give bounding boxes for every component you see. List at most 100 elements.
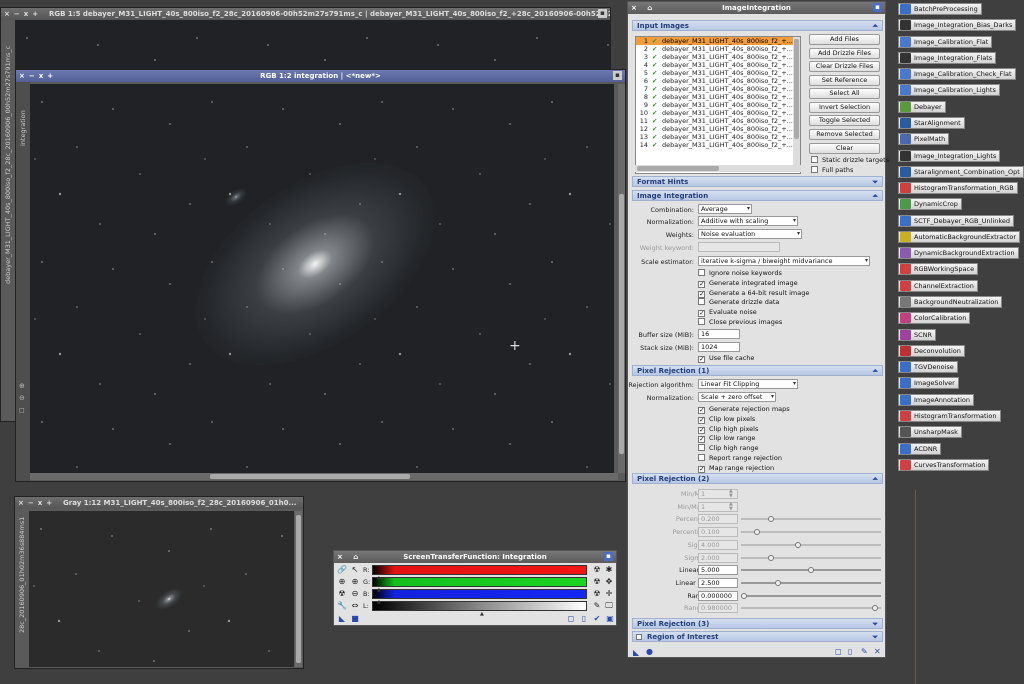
apply-global-icon[interactable]: ■ (350, 614, 360, 624)
rejection-param-input[interactable]: 0.000000 (698, 590, 738, 601)
section-image-integration[interactable]: Image Integration ⏶ (632, 190, 883, 201)
option-checkbox[interactable]: ✓ Map range rejection (698, 464, 774, 473)
file-list-item[interactable]: 11 ✔ debayer_M31_LIGHT_40s_800iso_f2_+...2… (636, 117, 800, 125)
rejection-param-slider[interactable] (741, 554, 881, 561)
window-integration[interactable]: ×−x+ RGB 1:2 integration | <*new*> ▪ int… (15, 69, 626, 482)
stf-titlebar[interactable]: × ⌂ ScreenTransferFunction: Integration … (334, 551, 616, 563)
link-channels-icon[interactable]: 🔗 (337, 565, 347, 575)
add-drizzle-files-button[interactable]: Add Drizzle Files (809, 48, 880, 59)
option-checkbox[interactable]: ✓ Generate rejection maps (698, 405, 790, 414)
apply-global-icon[interactable]: ● (646, 647, 653, 656)
auto-stretch-icon[interactable]: ☢ (592, 565, 602, 575)
process-icon[interactable]: BatchPreProcessing (898, 3, 982, 15)
window-controls[interactable]: ×−x+ (4, 8, 42, 20)
stack-size-input[interactable]: 1024 (698, 342, 740, 352)
slider-knob[interactable] (872, 605, 879, 612)
section-format-hints[interactable]: Format Hints ⏷ (632, 176, 883, 187)
rejection-normalization-select[interactable]: Scale + zero offset ▾ (698, 392, 776, 402)
use-file-cache-checkbox[interactable]: ✓ Use file cache (698, 354, 754, 363)
pointer-icon[interactable]: ↖ (350, 565, 360, 575)
image-canvas[interactable]: + (30, 84, 614, 473)
option-checkbox[interactable]: Ignore noise keywords (698, 269, 782, 277)
checkmark-icon[interactable]: ✔ (652, 61, 662, 69)
wrench-icon[interactable]: 🔧 (337, 601, 347, 611)
add-files-button[interactable]: Add Files (809, 34, 880, 45)
settings-icon[interactable]: ✥ (604, 577, 614, 587)
spin-arrows-icon[interactable]: ▲ ▼ (729, 489, 733, 499)
option-checkbox[interactable]: Generate drizzle data (698, 298, 779, 306)
file-list-item[interactable]: 10 ✔ debayer_M31_LIGHT_40s_800iso_f2_+...2… (636, 109, 800, 117)
image-canvas[interactable] (29, 511, 294, 667)
window-controls[interactable]: ×−x+ (18, 497, 56, 509)
stf-window[interactable]: × ⌂ ScreenTransferFunction: Integration … (333, 550, 617, 626)
process-icon[interactable]: BackgroundNeutralization (898, 296, 1003, 309)
remove-selected-button[interactable]: Remove Selected (809, 129, 880, 140)
fit-view-icon[interactable]: ◻ (19, 406, 25, 414)
option-checkbox[interactable]: ✓ Generate a 64-bit result image (698, 289, 809, 298)
expand-all-icon[interactable]: ✕ (874, 647, 881, 656)
stf-slider-marker[interactable]: ▲ (377, 599, 381, 605)
process-icon[interactable]: PixelMath (898, 133, 950, 146)
file-list-item[interactable]: 4 ✔ debayer_M31_LIGHT_40s_800iso_f2_+...20… (636, 61, 800, 69)
process-icon[interactable]: Image_Calibration_Check_Flat (898, 68, 1016, 81)
checkmark-icon[interactable]: ✔ (652, 53, 662, 61)
option-checkbox[interactable]: ✓ Generate integrated image (698, 279, 798, 288)
process-icon[interactable]: ChannelExtraction (898, 279, 978, 292)
process-icon[interactable]: DynamicCrop (898, 198, 962, 211)
radiation-icon[interactable]: ☢ (337, 589, 347, 599)
window-titlebar[interactable]: ×−x+ Gray 1:12 M31_LIGHT_40s_800iso_f2_2… (15, 497, 303, 509)
option-checkbox[interactable]: ✓ Evaluate noise (698, 308, 757, 318)
section-region-of-interest[interactable]: Region of Interest ⏷ (632, 631, 883, 642)
process-icon[interactable]: StarAlignment (898, 116, 965, 129)
invert-selection-button[interactable]: Invert Selection (809, 102, 880, 113)
set-reference-button[interactable]: Set Reference (809, 75, 880, 86)
process-icon[interactable]: Staralignment_Combination_Opt (898, 165, 1024, 178)
stf-blue-bar[interactable] (372, 589, 587, 599)
ii-shade-icon[interactable]: ▪ (873, 3, 882, 12)
track-view-icon[interactable]: ▣ (605, 614, 615, 624)
horizontal-scrollbar[interactable] (30, 473, 618, 480)
expand-icon[interactable]: ⏷ (872, 177, 878, 187)
scale-estimator-select[interactable]: iterative k-sigma / biweight midvariance… (698, 256, 870, 266)
file-list-item[interactable]: 13 ✔ debayer_M31_LIGHT_40s_800iso_f2_+...2… (636, 133, 800, 141)
process-icon[interactable]: Deconvolution (898, 344, 965, 357)
track-icon[interactable]: ✛ (604, 589, 614, 599)
ii-titlebar[interactable]: × ⌂ ImageIntegration ▪ (628, 2, 885, 14)
image-integration-panel[interactable]: × ⌂ ImageIntegration ▪ Input Images ⏶ 1 ✔ d… (627, 1, 889, 658)
file-list-hscroll[interactable] (635, 165, 801, 172)
normalization-select[interactable]: Additive with scaling ▾ (698, 216, 798, 226)
process-icon[interactable]: RGBWorkingSpace (898, 263, 979, 276)
slider-knob[interactable] (808, 567, 814, 574)
process-icon[interactable]: Image_Calibration_Lights (898, 84, 1000, 97)
shade-icon[interactable]: ▪ (613, 71, 622, 80)
process-icon[interactable]: Image_Calibration_Flat (898, 35, 993, 48)
checkmark-icon[interactable]: ✔ (652, 101, 662, 109)
slider-knob[interactable] (754, 529, 761, 536)
option-checkbox[interactable]: Report range rejection (698, 454, 782, 462)
weight-keyword-input[interactable] (698, 242, 780, 252)
select-all-button[interactable]: Select All (809, 88, 880, 99)
stf-shade-icon[interactable]: ▪ (604, 552, 613, 561)
process-icon[interactable]: SCNR (898, 328, 937, 341)
clear-button[interactable]: Clear (809, 143, 880, 154)
process-icon[interactable]: ImageAnnotation (898, 393, 975, 406)
slider-knob[interactable] (767, 554, 774, 561)
expand-icon[interactable]: ⏷ (872, 619, 878, 629)
reset-icon[interactable]: ◻ (835, 647, 842, 656)
process-icon[interactable]: Image_Integration_Flats (898, 51, 997, 64)
process-icon[interactable]: Image_Integration_Bias_Darks (898, 19, 1017, 32)
input-images-list[interactable]: 1 ✔ debayer_M31_LIGHT_40s_800iso_f2_+...20… (635, 36, 801, 174)
spin-arrows-icon[interactable]: ▲ ▼ (729, 501, 733, 512)
checkmark-icon[interactable]: ✔ (652, 77, 662, 85)
process-icon[interactable]: ACDNR (898, 442, 942, 455)
window-controls[interactable]: ×−x+ (19, 70, 57, 82)
edit-icon[interactable]: ✎ (592, 601, 602, 611)
option-checkbox[interactable]: ✓ Clip low range (698, 434, 755, 444)
slider-knob[interactable] (767, 516, 774, 523)
slider-knob[interactable] (794, 541, 801, 548)
checkmark-icon[interactable]: ✔ (652, 93, 662, 101)
rejection-param-slider[interactable] (741, 516, 881, 523)
reset-panel-icon[interactable]: ◻ (566, 614, 576, 624)
process-icon[interactable]: UnsharpMask (898, 426, 962, 439)
expand-icon[interactable]: ⏷ (872, 632, 878, 642)
